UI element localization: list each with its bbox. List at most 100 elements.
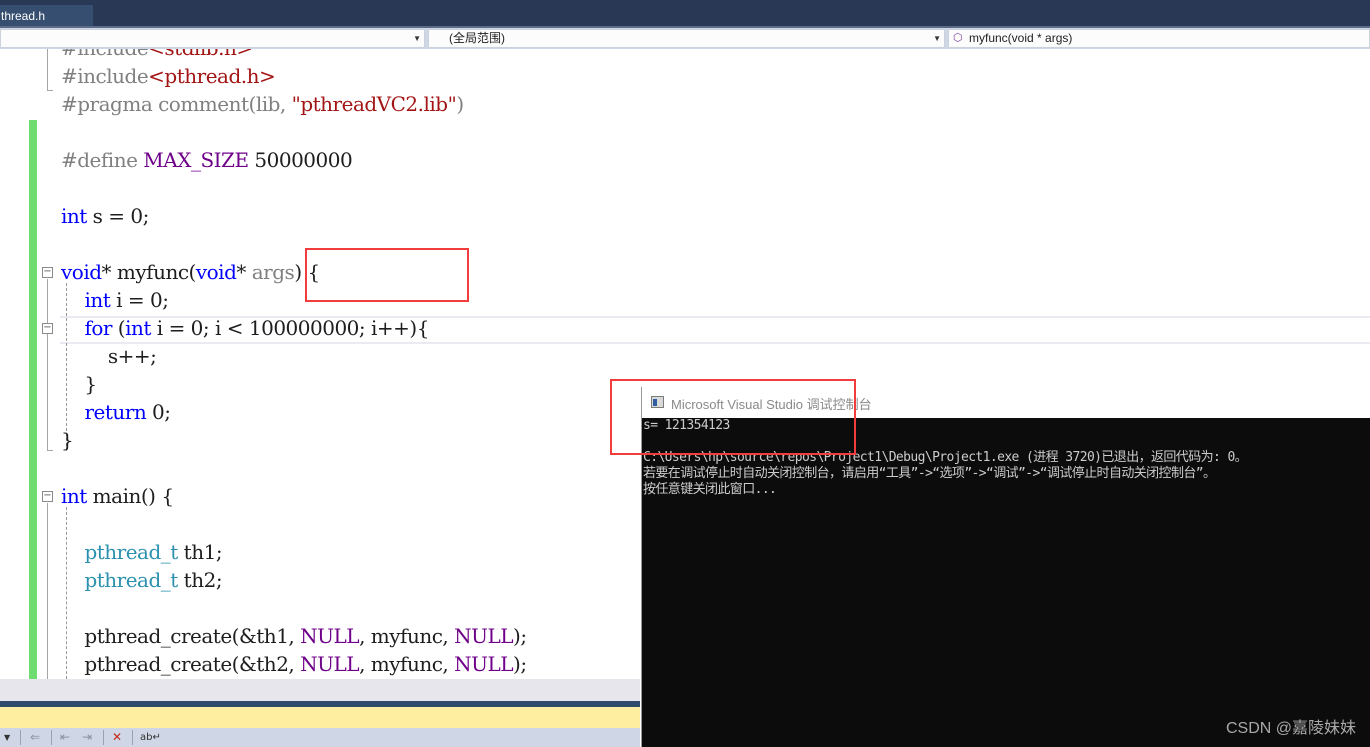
chevron-down-icon[interactable]: ▼: [4, 729, 10, 746]
member-dropdown-value: myfunc(void * args): [969, 31, 1073, 45]
code-token: <stdlib.h>: [148, 49, 253, 60]
previous-message-icon[interactable]: ⇤: [60, 729, 70, 746]
toolbar-separator: [103, 730, 104, 745]
code-token: NULL: [300, 652, 360, 676]
info-bar: [0, 707, 640, 728]
scope-dropdown-value: (全局范围): [449, 31, 505, 45]
horizontal-scrollbar[interactable]: [0, 679, 640, 701]
code-token: );: [513, 652, 527, 676]
code-line: for (int i = 0; i < 100000000; i++){: [61, 314, 429, 342]
code-token: , myfunc,: [359, 652, 455, 676]
next-message-icon[interactable]: ⇥: [82, 729, 92, 746]
code-token: th1;: [177, 540, 223, 564]
code-token: (: [111, 316, 126, 340]
code-token: pthread_create(&th1,: [61, 624, 301, 648]
code-token: #pragma comment(lib,: [61, 92, 292, 116]
code-token: int: [61, 204, 87, 228]
code-token: * myfunc(: [101, 260, 197, 284]
code-token: MAX_SIZE: [143, 148, 249, 172]
document-tab-bar: thread.h: [0, 0, 1370, 28]
code-token: #include: [61, 49, 149, 60]
code-token: #include: [61, 64, 149, 88]
console-line: 若要在调试停止时自动关闭控制台，请启用“工具”->“选项”->“调试”->“调试…: [643, 466, 1216, 481]
code-token: pthread_t: [84, 540, 178, 564]
chevron-down-icon: ▼: [933, 34, 941, 43]
code-token: void: [195, 260, 237, 284]
code-token: i = 0;: [110, 288, 169, 312]
toolbar-separator: [20, 730, 21, 745]
scope-dropdown[interactable]: (全局范围) ▼: [428, 29, 945, 48]
code-token: s = 0;: [86, 204, 150, 228]
code-line: int i = 0;: [61, 286, 169, 314]
code-token: ): [456, 92, 464, 116]
collapse-for-icon[interactable]: −: [42, 323, 53, 334]
code-token: "pthreadVC2.lib": [291, 92, 457, 116]
toolbar-separator: [132, 730, 133, 745]
code-line: int s = 0;: [61, 202, 149, 230]
chevron-down-icon: ▼: [413, 34, 421, 43]
code-line: pthread_t th1;: [61, 538, 222, 566]
code-token: return: [84, 400, 147, 424]
code-line: return 0;: [61, 398, 171, 426]
clear-all-icon[interactable]: ✕: [112, 729, 122, 746]
code-token: s++;: [61, 344, 157, 368]
code-token: }: [61, 372, 97, 396]
outline-line-end: [47, 90, 53, 91]
code-token: for: [84, 316, 112, 340]
code-line: s++;: [61, 342, 157, 370]
code-token: i = 0; i < 100000000; i++){: [150, 316, 430, 340]
collapse-main-icon[interactable]: −: [42, 491, 53, 502]
code-token: NULL: [454, 624, 514, 648]
annotation-box-output-value: [610, 379, 856, 455]
console-line: 按任意键关闭此窗口...: [643, 482, 777, 497]
annotation-box-loop-bound: [305, 248, 469, 302]
outline-line: [47, 279, 48, 451]
project-dropdown[interactable]: ▼: [0, 29, 425, 48]
code-token: );: [513, 624, 527, 648]
change-tracking-bar: [29, 120, 37, 679]
code-token: 50000000: [248, 148, 353, 172]
code-token: void: [61, 260, 102, 284]
outline-line: [47, 49, 48, 91]
outline-line-end: [47, 450, 53, 451]
output-toolbar: ▼ ⇐ ⇤ ⇥ ✕ ab↵: [0, 728, 640, 747]
tab-thread-h[interactable]: thread.h: [0, 5, 93, 27]
code-token: <pthread.h>: [148, 64, 276, 88]
code-line: #include<stdlib.h>: [61, 49, 253, 62]
console-output: s= 121354123 C:\Users\hp\source\repos\Pr…: [642, 418, 1370, 747]
code-token: args: [251, 260, 295, 284]
code-line: int main() {: [61, 482, 174, 510]
word-wrap-icon[interactable]: ab↵: [140, 729, 161, 746]
navigation-bar: ▼ (全局范围) ▼ ⬡ myfunc(void * args): [0, 28, 1370, 49]
member-dropdown[interactable]: ⬡ myfunc(void * args): [948, 29, 1370, 48]
code-line: #define MAX_SIZE 50000000: [61, 146, 353, 174]
code-token: th2;: [177, 568, 223, 592]
code-token: *: [236, 260, 252, 284]
code-token: , myfunc,: [359, 624, 455, 648]
method-cube-icon: ⬡: [953, 32, 963, 44]
code-line: pthread_create(&th2, NULL, myfunc, NULL)…: [61, 650, 527, 678]
outline-line: [47, 503, 48, 679]
code-line: }: [61, 426, 74, 454]
go-to-location-icon[interactable]: ⇐: [30, 729, 40, 746]
code-line: #pragma comment(lib, "pthreadVC2.lib"): [61, 90, 464, 118]
code-token: pthread_t: [84, 568, 178, 592]
code-line: void* myfunc(void* args) {: [61, 258, 320, 286]
code-line: pthread_t th2;: [61, 566, 222, 594]
code-token: pthread_create(&th2,: [61, 652, 301, 676]
csdn-watermark: CSDN @嘉陵妹妹: [1225, 720, 1356, 737]
code-line: pthread_create(&th1, NULL, myfunc, NULL)…: [61, 622, 527, 650]
code-token: NULL: [454, 652, 514, 676]
code-token: #define: [61, 148, 144, 172]
code-token: 0;: [146, 400, 171, 424]
code-token: }: [61, 428, 74, 452]
code-token: int: [61, 484, 87, 508]
collapse-myfunc-icon[interactable]: −: [42, 267, 53, 278]
code-token: main() {: [86, 484, 174, 508]
code-token: NULL: [300, 624, 360, 648]
code-line: #include<pthread.h>: [61, 62, 276, 90]
